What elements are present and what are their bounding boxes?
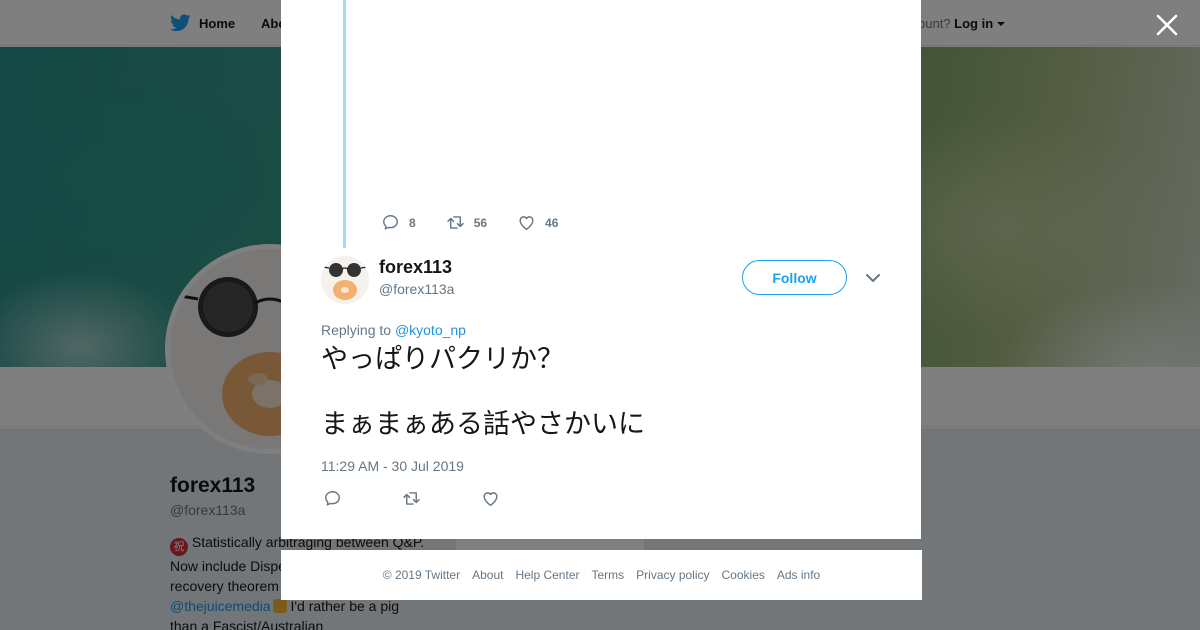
modal-footer: © 2019 Twitter About Help Center Terms P… [281, 550, 922, 600]
close-icon[interactable] [1154, 12, 1180, 38]
footer-terms-link[interactable]: Terms [591, 568, 624, 582]
tweet-author-avatar[interactable] [321, 256, 369, 304]
previous-tweet-actions: 8 56 46 [381, 213, 558, 232]
replying-to-handle-link[interactable]: @kyoto_np [395, 322, 466, 338]
retweet-action[interactable]: 56 [446, 213, 487, 232]
follow-button[interactable]: Follow [742, 260, 847, 295]
retweet-icon [446, 216, 464, 229]
tweet-author-name[interactable]: forex113 [379, 257, 452, 278]
footer-cookies-link[interactable]: Cookies [722, 568, 765, 582]
tweet-text-line: まぁまぁある話やさかいに [321, 409, 645, 440]
reply-count: 8 [409, 215, 416, 230]
tweet-text-line: やっぱりパクリか？ [321, 344, 564, 375]
heart-icon [519, 216, 534, 230]
retweet-count: 56 [473, 215, 488, 230]
like-count: 46 [545, 215, 559, 230]
like-action[interactable]: 46 [517, 213, 558, 232]
thread-connector-line [343, 0, 346, 248]
footer-about-link[interactable]: About [472, 568, 503, 582]
sunglasses-donut-avatar-image [321, 256, 369, 304]
retweet-icon[interactable] [402, 489, 421, 508]
heart-icon[interactable] [481, 489, 500, 508]
tweet-timestamp[interactable]: 11:29 AM - 30 Jul 2019 [321, 458, 464, 474]
footer-help-link[interactable]: Help Center [515, 568, 579, 582]
tweet-text: やっぱりパクリか？ まぁまぁある話やさかいに [321, 344, 645, 441]
tweet-author-handle[interactable]: @forex113a [379, 281, 454, 297]
reply-icon [383, 215, 398, 230]
reply-action[interactable]: 8 [381, 213, 416, 232]
footer-copyright: © 2019 Twitter [382, 568, 461, 582]
footer-ads-link[interactable]: Ads info [777, 568, 820, 582]
tweet-modal: 8 56 46 forex113 @forex113a Follow Reply… [281, 0, 921, 539]
reply-icon[interactable] [323, 489, 342, 508]
replying-to: Replying to @kyoto_np [321, 322, 466, 338]
replying-to-label: Replying to [321, 322, 392, 338]
chevron-down-icon[interactable] [861, 268, 885, 288]
tweet-actions [323, 489, 500, 508]
footer-privacy-link[interactable]: Privacy policy [636, 568, 709, 582]
